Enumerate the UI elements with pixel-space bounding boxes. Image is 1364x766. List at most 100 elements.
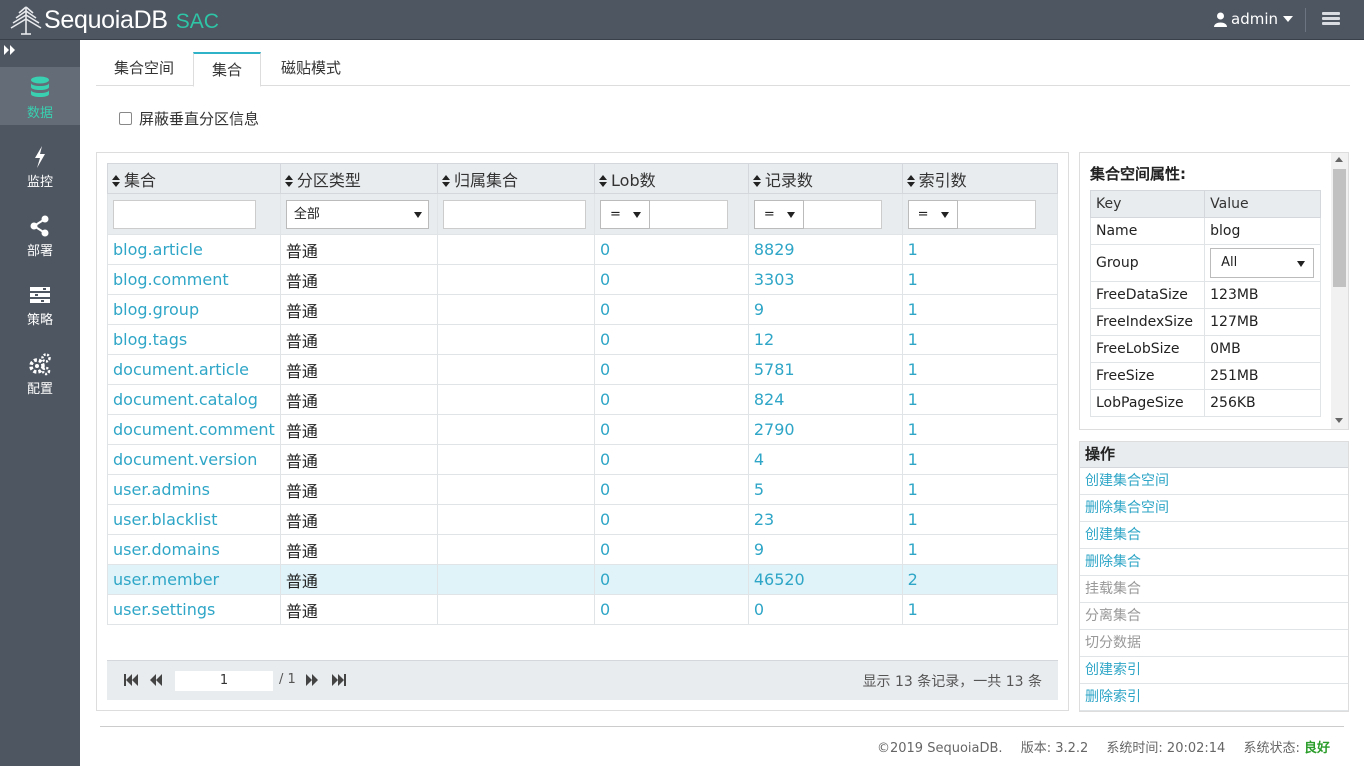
operation-item[interactable]: 创建集合空间 [1080,468,1348,495]
table-row[interactable]: blog.comment 普通 0 3303 1 [107,264,1059,295]
divider [1305,8,1306,32]
sidebar-item-config[interactable]: 配置 [0,343,80,401]
operation-item[interactable]: 删除集合空间 [1080,495,1348,522]
top-bar: SequoiaDB SAC admin [0,0,1364,40]
sidebar-item-data[interactable]: 数据 [0,67,80,125]
operation-item[interactable]: 创建索引 [1080,657,1348,684]
hide-vertical-partition-option[interactable]: 屏蔽垂直分区信息 [119,108,259,129]
sidebar: 数据 监控 部署 策略 配置 [0,40,80,766]
property-row: FreeIndexSize 127MB [1089,308,1321,336]
collection-name-cell[interactable]: user.member [107,564,281,595]
first-page-icon[interactable] [124,673,138,687]
menu-icon[interactable] [1322,12,1340,26]
tab-collection-space[interactable]: 集合空间 [96,52,192,86]
index-count-cell: 1 [901,594,1059,625]
column-header-parent[interactable]: 归属集合 [436,163,596,194]
partition-type-cell: 普通 [279,234,438,265]
tab-collection[interactable]: 集合 [193,52,262,87]
scroll-up-icon[interactable] [1335,157,1343,162]
value-header: Value [1204,190,1321,218]
lob-count-cell: 0 [594,234,749,265]
index-count-cell: 1 [901,234,1059,265]
pagination-bar: 1 / 1 显示 13 条记录，一共 13 条 [107,660,1058,700]
collection-name-cell[interactable]: document.version [107,444,281,475]
table-row[interactable]: document.catalog 普通 0 824 1 [107,384,1059,415]
parent-collection-cell [436,504,596,535]
system-time: 系统时间: 20:02:14 [1106,741,1226,756]
page-number-input[interactable]: 1 [174,670,274,692]
share-icon [30,215,49,237]
parent-collection-cell [436,234,596,265]
group-select[interactable]: All [1210,248,1315,278]
column-header-partition-type[interactable]: 分区类型 [279,163,438,194]
table-row[interactable]: document.comment 普通 0 2790 1 [107,414,1059,445]
sidebar-item-monitor[interactable]: 监控 [0,136,80,194]
logo[interactable]: SequoiaDB SAC [10,4,219,36]
indexes-operator-select[interactable]: = [907,199,958,229]
property-value: 123MB [1204,281,1321,309]
scroll-thumb[interactable] [1333,169,1346,287]
table-row[interactable]: blog.group 普通 0 9 1 [107,294,1059,325]
table-row[interactable]: user.settings 普通 0 0 1 [107,594,1059,625]
property-key: FreeLobSize [1089,335,1206,363]
table-row[interactable]: document.version 普通 0 4 1 [107,444,1059,475]
column-header-lob[interactable]: Lob数 [594,163,749,194]
tab-tile-mode[interactable]: 磁贴模式 [263,52,359,86]
scroll-down-icon[interactable] [1335,418,1343,423]
checkbox[interactable] [119,112,132,125]
partition-type-filter-select[interactable]: 全部 [285,199,429,229]
collection-name-cell[interactable]: blog.tags [107,324,281,355]
table-header-row: 集合 分区类型 归属集合 Lob数 记录数 索引数 [107,163,1059,194]
partition-type-cell: 普通 [279,444,438,475]
table-row[interactable]: document.article 普通 0 5781 1 [107,354,1059,385]
indexes-filter-input[interactable] [957,199,1036,229]
collection-name-cell[interactable]: user.settings [107,594,281,625]
partition-type-cell: 普通 [279,594,438,625]
collection-name-cell[interactable]: blog.comment [107,264,281,295]
column-header-indexes[interactable]: 索引数 [901,163,1059,194]
property-row: LobPageSize 256KB [1089,389,1321,417]
parent-collection-cell [436,594,596,625]
collection-name-cell[interactable]: document.comment [107,414,281,445]
collection-name-cell[interactable]: blog.article [107,234,281,265]
collection-name-cell[interactable]: user.admins [107,474,281,505]
collection-name-cell[interactable]: document.catalog [107,384,281,415]
user-menu[interactable]: admin [1214,10,1293,28]
parent-filter-input[interactable] [442,199,586,229]
collection-name-cell[interactable]: user.blacklist [107,504,281,535]
collection-name-cell[interactable]: user.domains [107,534,281,565]
table-row[interactable]: user.blacklist 普通 0 23 1 [107,504,1059,535]
operation-item[interactable]: 删除集合 [1080,549,1348,576]
record-count-cell: 9 [747,534,903,565]
properties-scrollbar[interactable] [1331,153,1348,429]
property-key: FreeDataSize [1089,281,1206,309]
sidebar-item-strategy[interactable]: 策略 [0,274,80,332]
partition-type-cell: 普通 [279,534,438,565]
column-header-collection[interactable]: 集合 [107,163,281,194]
collection-name-cell[interactable]: blog.group [107,294,281,325]
select-value: = [610,206,621,222]
collapse-sidebar-icon[interactable] [4,44,16,58]
operation-item[interactable]: 删除索引 [1080,684,1348,711]
records-operator-select[interactable]: = [753,199,804,229]
records-filter-input[interactable] [803,199,882,229]
lob-operator-select[interactable]: = [600,199,651,229]
record-count-cell: 5781 [747,354,903,385]
lob-count-cell: 0 [594,504,749,535]
collection-filter-input[interactable] [113,199,256,229]
column-header-records[interactable]: 记录数 [747,163,903,194]
table-row[interactable]: user.admins 普通 0 5 1 [107,474,1059,505]
lob-filter-input[interactable] [650,199,729,229]
collection-name-cell[interactable]: document.article [107,354,281,385]
previous-page-icon[interactable] [150,673,163,687]
table-row[interactable]: blog.article 普通 0 8829 1 [107,234,1059,265]
sidebar-item-deploy[interactable]: 部署 [0,205,80,263]
last-page-icon[interactable] [332,673,346,687]
table-row[interactable]: user.domains 普通 0 9 1 [107,534,1059,565]
sort-icon [284,175,293,187]
table-row[interactable]: user.member 普通 0 46520 2 [107,564,1059,595]
lob-count-cell: 0 [594,534,749,565]
operation-item[interactable]: 创建集合 [1080,522,1348,549]
next-page-icon[interactable] [306,673,319,687]
table-row[interactable]: blog.tags 普通 0 12 1 [107,324,1059,355]
